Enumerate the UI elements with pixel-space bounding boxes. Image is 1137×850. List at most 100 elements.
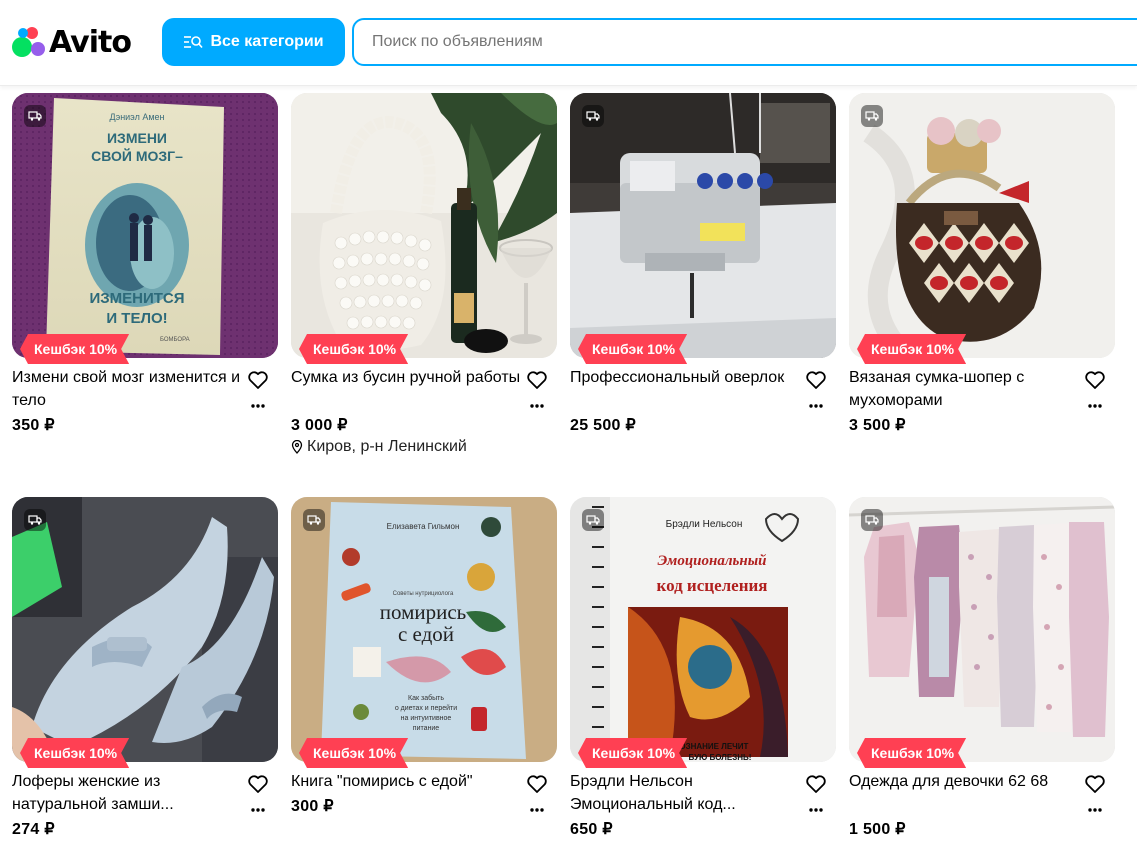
emotional-code-book-photo: Брэдли Нельсон Эмоциональный код исцелен… <box>570 497 836 762</box>
logo-text: Avito <box>49 24 132 60</box>
more-icon[interactable] <box>807 400 825 412</box>
listing-title[interactable]: Профессиональный оверлок <box>570 366 800 389</box>
cashback-badge: Кешбэк 10% <box>857 334 966 364</box>
svg-text:Как забыть: Как забыть <box>408 694 444 702</box>
all-categories-label: Все категории <box>210 33 324 50</box>
avito-logo[interactable]: Avito <box>12 22 132 62</box>
search-input[interactable] <box>352 18 1137 66</box>
listing-card[interactable]: Кешбэк 10% Вязаная сумка-шопер с мухомор… <box>849 93 1115 434</box>
svg-text:на интуитивное: на интуитивное <box>401 715 452 722</box>
pearl-bag-photo <box>291 93 557 358</box>
listing-price: 650 ₽ <box>570 821 613 838</box>
cashback-badge: Кешбэк 10% <box>578 334 687 364</box>
svg-text:БУЮ БОЛЕЗНЬ!: БУЮ БОЛЕЗНЬ! <box>689 753 752 762</box>
listing-price: 300 ₽ <box>291 798 334 815</box>
listing-title[interactable]: Сумка из бусин ручной работы <box>291 366 521 389</box>
listing-image[interactable] <box>849 93 1115 358</box>
listing-image[interactable] <box>291 93 557 358</box>
listing-image[interactable] <box>570 93 836 358</box>
book-author-text: Брэдли Нельсон <box>666 519 743 530</box>
svg-text:с едой: с едой <box>398 622 454 646</box>
search-icon <box>184 36 204 49</box>
book-photo: Дэниэл Амен ИЗМЕНИ СВОЙ МОЗГ– ИЗМЕНИТСЯ … <box>12 93 278 358</box>
listing-card[interactable]: Брэдли Нельсон Эмоциональный код исцелен… <box>570 497 836 838</box>
cashback-badge: Кешбэк 10% <box>578 738 687 768</box>
listing-title[interactable]: Измени свой мозг изменится и тело <box>12 366 242 412</box>
cashback-badge: Кешбэк 10% <box>299 738 408 768</box>
delivery-icon <box>582 105 604 127</box>
listing-card[interactable]: Кешбэк 10% Одежда для девочки 62 68 1 50… <box>849 497 1115 838</box>
logo-dots-icon <box>12 25 46 59</box>
delivery-icon <box>861 105 883 127</box>
svg-text:Советы нутрициолога: Советы нутрициолога <box>393 591 454 597</box>
heart-icon[interactable] <box>805 773 827 795</box>
all-categories-button[interactable]: Все категории <box>162 18 345 66</box>
listing-image[interactable]: Елизавета Гильмон Советы нутрициолога по… <box>291 497 557 762</box>
listing-card[interactable]: Кешбэк 10% Сумка из бусин ручной работы … <box>291 93 557 455</box>
svg-text:БОМБОРА: БОМБОРА <box>160 337 190 343</box>
listing-price: 1 500 ₽ <box>849 821 906 838</box>
svg-text:питание: питание <box>413 725 439 732</box>
listing-image[interactable] <box>12 497 278 762</box>
heart-icon[interactable] <box>526 773 548 795</box>
header: Avito Все категории <box>0 0 1137 86</box>
cashback-badge: Кешбэк 10% <box>20 334 129 364</box>
overlock-photo <box>570 93 836 358</box>
listing-title[interactable]: Книга "помирись с едой" <box>291 770 521 793</box>
listing-title[interactable]: Вязаная сумка-шопер с мухоморами <box>849 366 1079 412</box>
svg-text:о диетах и перейти: о диетах и перейти <box>395 704 457 712</box>
delivery-icon <box>861 509 883 531</box>
listing-title[interactable]: Одежда для девочки 62 68 <box>849 770 1079 793</box>
cashback-badge: Кешбэк 10% <box>20 738 129 768</box>
listing-card[interactable]: Кешбэк 10% Лоферы женские из натуральной… <box>12 497 278 838</box>
more-icon[interactable] <box>807 804 825 816</box>
more-icon[interactable] <box>249 400 267 412</box>
girls-clothes-photo <box>849 497 1115 762</box>
delivery-icon <box>24 509 46 531</box>
more-icon[interactable] <box>249 804 267 816</box>
heart-icon[interactable] <box>247 369 269 391</box>
svg-text:ИЗМЕНИТСЯ: ИЗМЕНИТСЯ <box>89 290 184 307</box>
heart-icon[interactable] <box>1084 369 1106 391</box>
heart-icon[interactable] <box>247 773 269 795</box>
knitted-bag-photo <box>849 93 1115 358</box>
listing-location: Киров, р-н Ленинский <box>291 438 467 456</box>
listing-title[interactable]: Лоферы женские из натуральной замши... <box>12 770 242 816</box>
loafers-photo <box>12 497 278 762</box>
heart-icon[interactable] <box>526 369 548 391</box>
listing-price: 3 500 ₽ <box>849 417 906 434</box>
more-icon[interactable] <box>528 400 546 412</box>
delivery-icon <box>303 509 325 531</box>
food-book-photo: Елизавета Гильмон Советы нутрициолога по… <box>291 497 557 762</box>
book-author-text: Елизавета Гильмон <box>387 522 460 531</box>
heart-icon[interactable] <box>1084 773 1106 795</box>
listing-card[interactable]: Кешбэк 10% Профессиональный оверлок 25 5… <box>570 93 836 434</box>
svg-text:Эмоциональный: Эмоциональный <box>658 553 767 569</box>
svg-text:СВОЙ МОЗГ–: СВОЙ МОЗГ– <box>91 147 183 164</box>
delivery-icon <box>24 105 46 127</box>
listing-card[interactable]: Елизавета Гильмон Советы нутрициолога по… <box>291 497 557 815</box>
location-pin-icon <box>291 440 303 454</box>
listing-price: 25 500 ₽ <box>570 417 636 434</box>
listing-price: 3 000 ₽ <box>291 417 348 434</box>
location-text: Киров, р-н Ленинский <box>307 438 467 455</box>
svg-text:И ТЕЛО!: И ТЕЛО! <box>106 310 167 327</box>
cashback-badge: Кешбэк 10% <box>857 738 966 768</box>
listing-price: 274 ₽ <box>12 821 55 838</box>
listing-image[interactable]: Дэниэл Амен ИЗМЕНИ СВОЙ МОЗГ– ИЗМЕНИТСЯ … <box>12 93 278 358</box>
more-icon[interactable] <box>1086 400 1104 412</box>
listing-price: 350 ₽ <box>12 417 55 434</box>
more-icon[interactable] <box>528 804 546 816</box>
more-icon[interactable] <box>1086 804 1104 816</box>
listing-image[interactable]: Брэдли Нельсон Эмоциональный код исцелен… <box>570 497 836 762</box>
svg-text:ИЗМЕНИ: ИЗМЕНИ <box>107 130 167 146</box>
svg-text:помирись: помирись <box>380 600 467 624</box>
svg-text:код исцеления: код исцеления <box>657 576 768 595</box>
book-author-text: Дэниэл Амен <box>110 112 165 122</box>
heart-icon[interactable] <box>805 369 827 391</box>
delivery-icon <box>582 509 604 531</box>
cashback-badge: Кешбэк 10% <box>299 334 408 364</box>
listing-image[interactable] <box>849 497 1115 762</box>
listing-card[interactable]: Дэниэл Амен ИЗМЕНИ СВОЙ МОЗГ– ИЗМЕНИТСЯ … <box>12 93 278 434</box>
listing-title[interactable]: Брэдли Нельсон Эмоциональный код... <box>570 770 800 816</box>
